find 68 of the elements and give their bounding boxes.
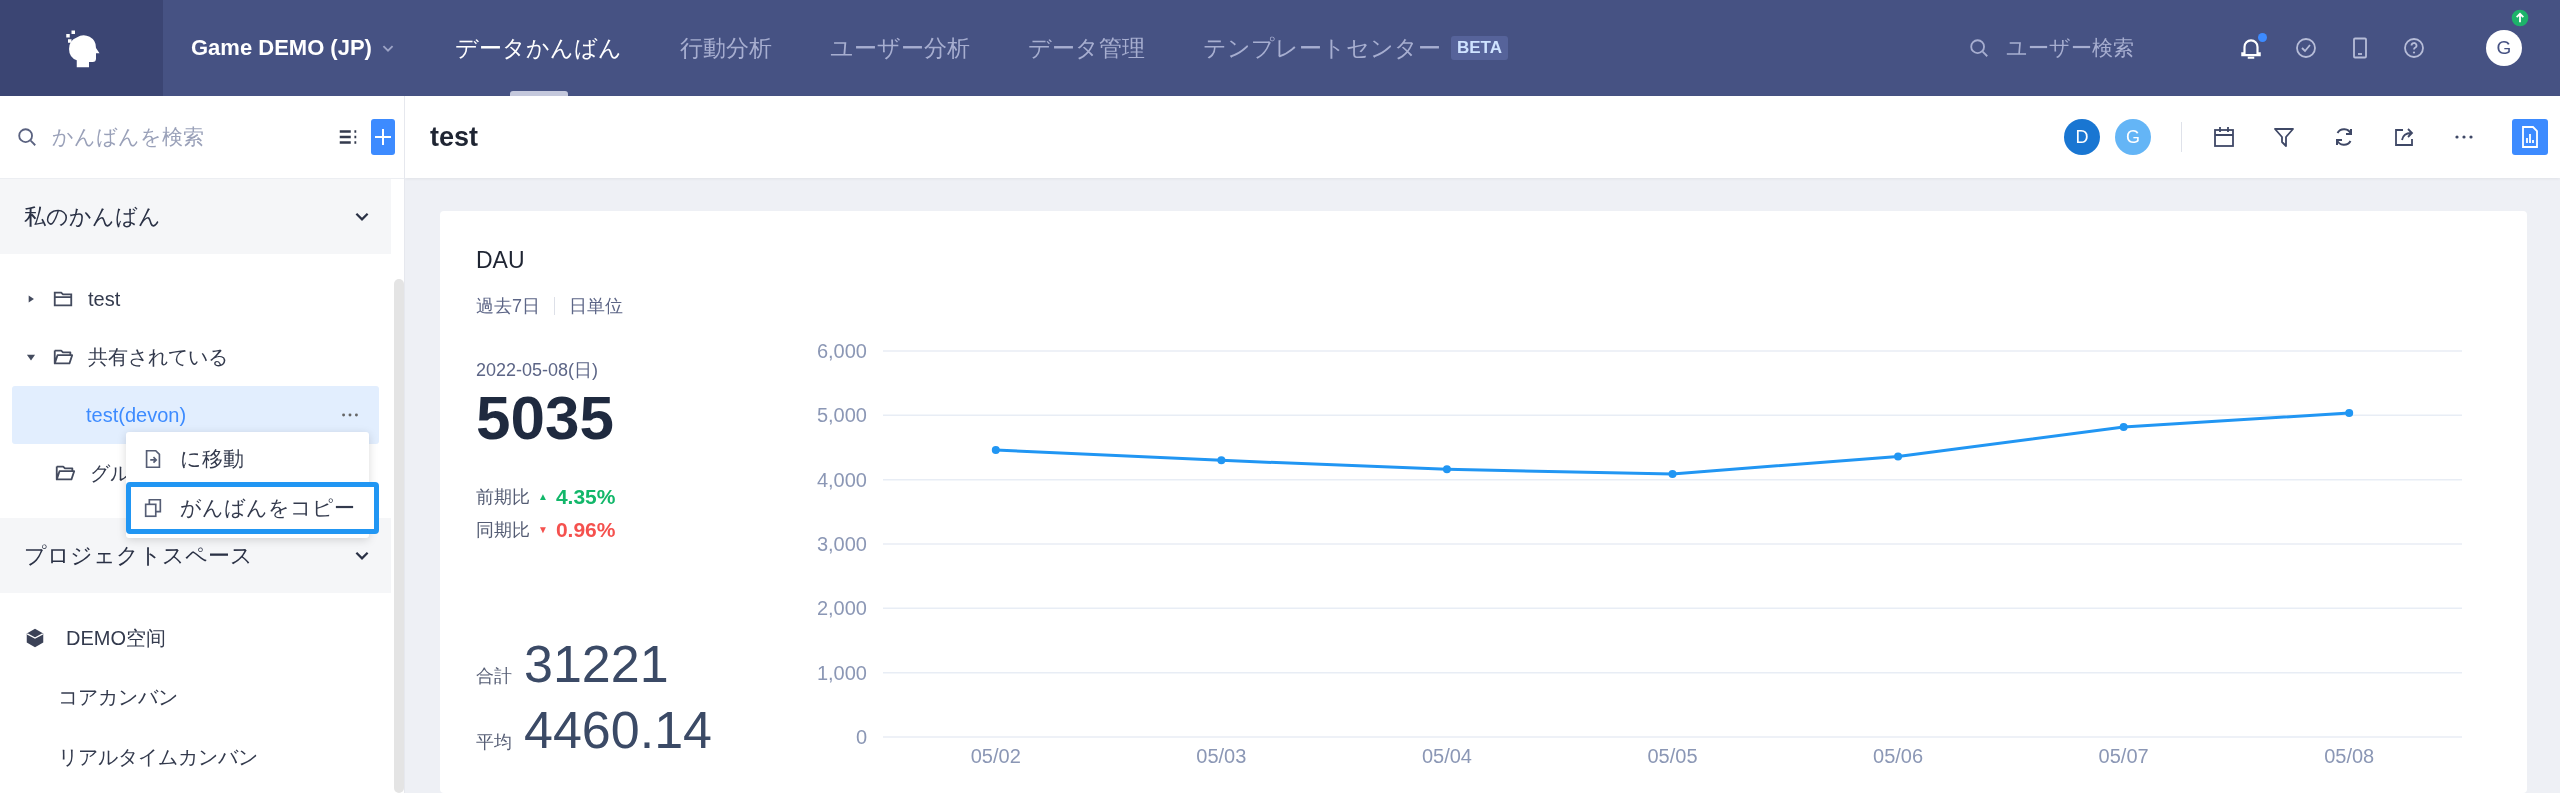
calendar-icon[interactable] (2212, 125, 2236, 149)
x-tick-label: 05/03 (1196, 745, 1247, 767)
date-label: 2022-05-08(日) (476, 359, 600, 382)
comparison-value: 0.96% (555, 517, 616, 542)
help-icon[interactable] (2402, 36, 2426, 60)
y-tick-label: 1,000 (816, 661, 867, 684)
chevron-down-icon (355, 551, 369, 560)
member-avatar[interactable]: D (2064, 119, 2100, 155)
report-button[interactable] (2512, 119, 2548, 155)
search-icon (16, 126, 38, 148)
folder-name[interactable]: 共有されている (88, 343, 228, 371)
comparison-label: 同期比 (476, 518, 530, 542)
y-tick-label: 4,000 (816, 468, 867, 491)
filter-icon[interactable] (2272, 125, 2296, 149)
total-label: 平均 (476, 731, 512, 755)
menu-item[interactable]: に移動 (126, 436, 369, 482)
beta-badge: BETA (1451, 36, 1508, 60)
section-title: プロジェクトスペース (24, 541, 253, 570)
trend-arrow: ▲ (538, 491, 548, 503)
total-value: 31221 (524, 634, 669, 695)
board-item[interactable]: リアルタイムカンバン (58, 743, 258, 771)
y-tick-label: 6,000 (816, 340, 867, 362)
x-tick-label: 05/07 (2098, 745, 2149, 767)
share-icon[interactable] (2392, 125, 2416, 149)
nav-tab[interactable]: データかんばん (455, 0, 622, 96)
filter-tag: 過去7日 (476, 294, 540, 318)
card-title: DAU (476, 247, 526, 274)
data-point (2345, 409, 2354, 418)
user-avatar[interactable]: G (2486, 30, 2522, 66)
y-tick-label: 2,000 (816, 597, 867, 620)
filter-tag: 日単位 (569, 294, 623, 318)
data-point (1668, 469, 1677, 478)
add-board-button[interactable] (371, 119, 395, 155)
y-tick-label: 5,000 (816, 404, 867, 427)
check-circle-icon[interactable] (2294, 36, 2318, 60)
data-point (1894, 452, 1903, 461)
x-tick-label: 05/06 (1873, 745, 1924, 767)
board-item[interactable]: コアカンバン (58, 683, 178, 711)
copy-icon (142, 497, 164, 519)
x-tick-label: 05/04 (1421, 745, 1472, 767)
data-point (991, 446, 1000, 455)
x-tick-label: 05/08 (2324, 745, 2375, 767)
total-label: 合計 (476, 665, 512, 689)
x-tick-label: 05/02 (970, 745, 1021, 767)
total-value: 4460.14 (524, 700, 712, 761)
trend-arrow: ▼ (538, 524, 548, 536)
metric-value: 5035 (476, 384, 615, 453)
board-title: test (430, 121, 479, 153)
data-point (1217, 456, 1226, 465)
y-tick-label: 3,000 (816, 533, 867, 555)
section-title: 私のかんばん (24, 202, 161, 231)
cube-icon (24, 627, 46, 649)
data-point (2119, 422, 2128, 431)
nav-tab[interactable]: テンプレートセンター BETA (1203, 0, 1508, 96)
x-tick-label: 05/05 (1647, 745, 1698, 767)
space-name[interactable]: DEMO空间 (66, 624, 166, 652)
search-icon (1968, 37, 1990, 59)
y-tick-label: 0 (855, 726, 867, 748)
folder-name[interactable]: test (88, 287, 121, 311)
scrollbar[interactable] (394, 279, 404, 793)
project-name[interactable]: Game DEMO (JP) (191, 35, 377, 61)
data-point (1442, 465, 1451, 474)
section-header[interactable]: 私のかんばん (0, 179, 391, 254)
chevron-down-icon (355, 212, 369, 221)
comparison-label: 前期比 (476, 485, 530, 509)
comparison-value: 4.35% (555, 484, 616, 509)
user-search-field[interactable]: ユーザー検索 (2004, 35, 2178, 61)
menu-item[interactable]: がんばんをコピー (126, 482, 379, 534)
